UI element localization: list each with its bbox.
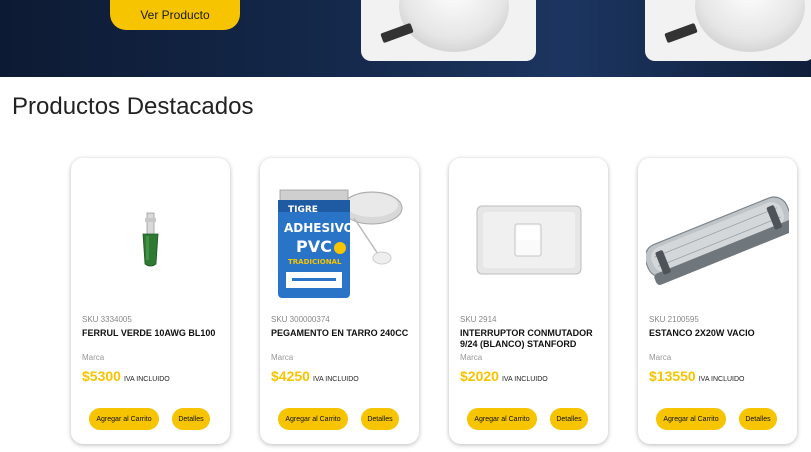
product-image — [457, 168, 600, 308]
ferrule-icon — [142, 212, 159, 267]
product-image: TIGRE ADHESIVO PVC TRADICIONAL — [268, 168, 411, 308]
tax-note: IVA INCLUIDO — [501, 376, 548, 383]
hero-product-card[interactable] — [361, 0, 536, 61]
price-amount: $2020 — [460, 368, 499, 384]
details-button[interactable]: Detalles — [172, 408, 210, 430]
can-label-line1: ADHESIVO — [284, 221, 354, 235]
tax-note: IVA INCLUIDO — [123, 376, 170, 383]
tax-note: IVA INCLUIDO — [698, 376, 745, 383]
product-card[interactable]: SKU 3334005 FERRUL VERDE 10AWG BL100 Mar… — [71, 158, 230, 444]
product-name[interactable]: PEGAMENTO EN TARRO 240CC — [271, 328, 411, 339]
hero-banner: Ver Producto — [0, 0, 811, 77]
downlight-image — [695, 0, 805, 52]
product-image — [79, 168, 222, 308]
can-label-line2: PVC — [296, 237, 332, 256]
lamp-clip — [664, 22, 698, 44]
product-price: $4250 IVA INCLUIDO — [271, 368, 359, 384]
product-price: $13550 IVA INCLUIDO — [649, 368, 745, 384]
switch-icon — [476, 205, 582, 275]
tax-note: IVA INCLUIDO — [312, 376, 359, 383]
details-button[interactable]: Detalles — [739, 408, 777, 430]
product-price: $5300 IVA INCLUIDO — [82, 368, 170, 384]
product-name[interactable]: ESTANCO 2X20W VACIO — [649, 328, 789, 339]
product-sku: SKU 2100595 — [649, 315, 699, 324]
light-fixture-icon — [644, 196, 796, 285]
can-brand-text: TIGRE — [288, 205, 318, 215]
product-sku: SKU 3334005 — [82, 315, 132, 324]
downlight-image — [399, 0, 509, 52]
product-price: $2020 IVA INCLUIDO — [460, 368, 548, 384]
price-amount: $4250 — [271, 368, 310, 384]
hero-product-card[interactable] — [645, 0, 811, 61]
product-image — [644, 168, 796, 308]
add-to-cart-button[interactable]: Agregar al Carrito — [89, 408, 159, 430]
view-product-button[interactable]: Ver Producto — [110, 0, 240, 30]
product-card[interactable]: SKU 2914 INTERRUPTOR CONMUTADOR 9/24 (BL… — [449, 158, 608, 444]
product-sku: SKU 2914 — [460, 315, 497, 324]
details-button[interactable]: Detalles — [361, 408, 399, 430]
product-name[interactable]: INTERRUPTOR CONMUTADOR 9/24 (BLANCO) STA… — [460, 328, 600, 350]
add-to-cart-button[interactable]: Agregar al Carrito — [656, 408, 726, 430]
product-sku: SKU 300000374 — [271, 315, 330, 324]
price-amount: $5300 — [82, 368, 121, 384]
product-brand: Marca — [82, 353, 105, 362]
details-button[interactable]: Detalles — [550, 408, 588, 430]
product-brand: Marca — [271, 353, 294, 362]
add-to-cart-button[interactable]: Agregar al Carrito — [278, 408, 348, 430]
can-label-line3: TRADICIONAL — [288, 258, 342, 266]
add-to-cart-button[interactable]: Agregar al Carrito — [467, 408, 537, 430]
product-card[interactable]: TIGRE ADHESIVO PVC TRADICIONAL SKU 30000… — [260, 158, 419, 444]
glue-can-icon: TIGRE ADHESIVO PVC TRADICIONAL — [278, 189, 403, 298]
product-card[interactable]: SKU 2100595 ESTANCO 2X20W VACIO Marca $1… — [638, 158, 797, 444]
product-name[interactable]: FERRUL VERDE 10AWG BL100 — [82, 328, 222, 339]
section-title: Productos Destacados — [12, 93, 254, 120]
product-brand: Marca — [649, 353, 672, 362]
product-brand: Marca — [460, 353, 483, 362]
lamp-clip — [380, 22, 414, 44]
price-amount: $13550 — [649, 368, 696, 384]
